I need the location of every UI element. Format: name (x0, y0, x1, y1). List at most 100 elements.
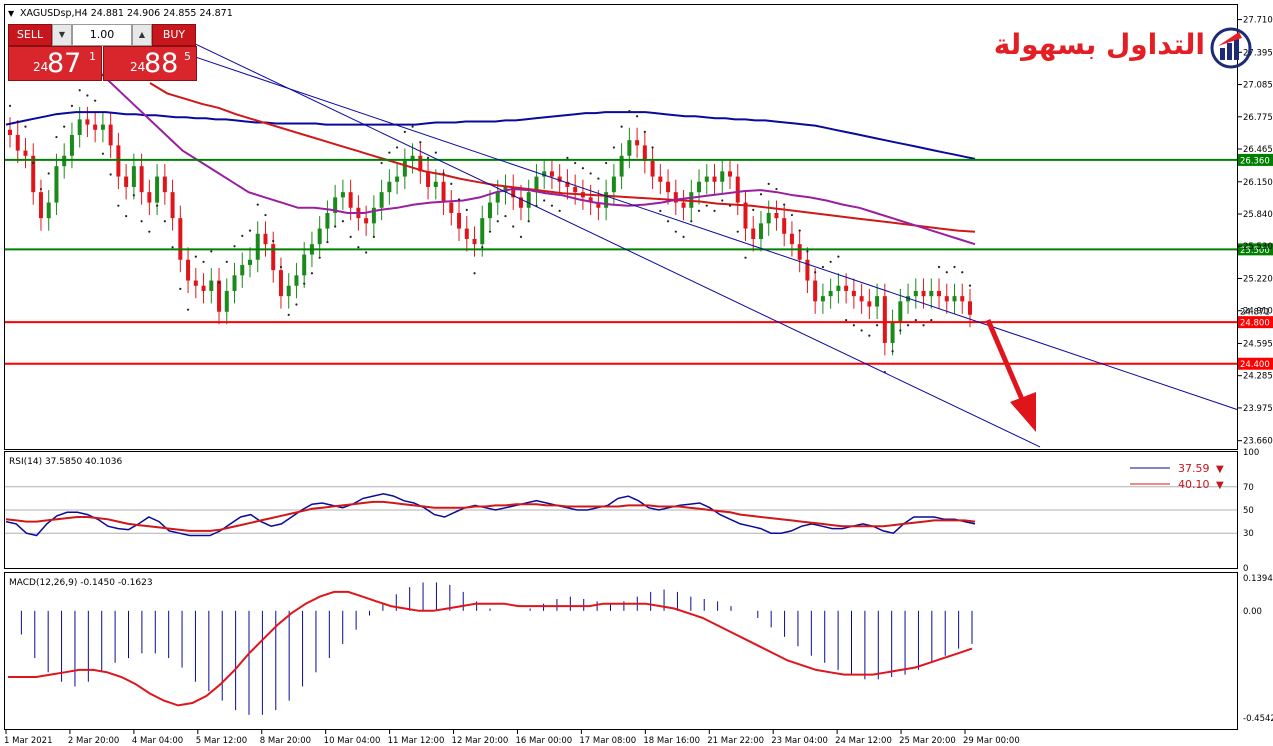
time-tick-label: 16 Mar 00:00 (515, 736, 572, 746)
sar-dot (256, 203, 259, 206)
candle-body (813, 280, 818, 302)
sar-dot (334, 225, 337, 228)
sar-dot (620, 125, 623, 128)
time-tick-label: 29 Mar 00:00 (963, 736, 1020, 746)
lot-decrease-arrow-icon[interactable]: ▼ (52, 24, 72, 46)
buy-price-box[interactable]: 24 88 5 (103, 46, 197, 81)
candle-body (758, 223, 763, 239)
candle-body (480, 218, 485, 245)
time-tick-label: 8 Mar 20:00 (260, 736, 311, 746)
sar-dot (295, 303, 298, 306)
candle-body (402, 160, 407, 177)
candle-body (178, 218, 183, 260)
candle-body (495, 192, 500, 203)
sar-dot (341, 220, 345, 223)
candle-body (549, 171, 554, 177)
sar-dot (906, 324, 910, 327)
time-tick-label: 12 Mar 20:00 (452, 736, 509, 746)
candle-body (255, 233, 260, 260)
candle-body (658, 176, 663, 182)
rsi-legend-value-1: 37.59 (1178, 462, 1210, 475)
candle-body (441, 181, 446, 203)
price-tick-label: 26.775 (1243, 113, 1273, 123)
price-tick-label: 23.975 (1243, 404, 1273, 414)
candle-body (890, 322, 895, 343)
sar-dot (403, 130, 406, 133)
candle-body (859, 296, 864, 302)
lot-size-input[interactable]: 1.00 (72, 24, 132, 46)
sar-dot (39, 187, 43, 191)
candle-body (139, 166, 144, 193)
sar-dot (550, 204, 554, 207)
sar-dot (643, 130, 646, 133)
sar-dot (426, 156, 430, 159)
candle-body (611, 176, 616, 193)
sar-dot (388, 151, 391, 154)
candle-body (449, 202, 454, 213)
time-tick-label: 25 Mar 20:00 (899, 736, 956, 746)
sar-dot (605, 161, 608, 165)
sar-dot (434, 151, 437, 154)
sar-dot (419, 141, 422, 144)
candle-body (782, 218, 787, 234)
rsi-tick-label: 100 (1243, 448, 1259, 458)
sar-dot (690, 220, 693, 223)
time-tick-label: 2 Mar 20:00 (68, 736, 119, 746)
sar-dot (597, 177, 600, 180)
candle-body (898, 301, 903, 323)
sar-dot (372, 235, 375, 238)
sar-dot (465, 208, 468, 211)
candle-body (395, 176, 400, 182)
candle-body (720, 171, 725, 182)
lot-increase-arrow-icon[interactable]: ▲ (132, 24, 152, 46)
candle-body (15, 134, 20, 151)
candle-body (240, 264, 245, 276)
sar-dot (357, 246, 360, 249)
sar-dot (94, 99, 97, 102)
candle-body (472, 238, 477, 245)
candle-body (62, 155, 67, 167)
candle-body (573, 186, 578, 193)
time-tick-label: 21 Mar 22:00 (707, 736, 764, 746)
buy-button[interactable]: BUY (152, 24, 196, 46)
sar-dot (922, 324, 925, 327)
candle-body (340, 192, 345, 198)
candle-body (642, 145, 647, 161)
candle-body (69, 134, 74, 156)
candle-body (635, 140, 640, 146)
sar-dot (442, 172, 445, 175)
rsi-tick-label: 50 (1243, 506, 1254, 516)
sar-dot (566, 156, 569, 159)
candle-body (147, 192, 152, 203)
sar-dot (8, 104, 12, 107)
sar-dot (148, 230, 151, 233)
sar-dot (837, 255, 840, 258)
sell-price-prefix: 24 (33, 60, 49, 74)
sar-dot (163, 220, 166, 223)
candle-body (23, 150, 28, 156)
buy-price-main: 88 (144, 48, 179, 79)
buy-price-pip: 5 (184, 50, 191, 63)
candle-body (457, 212, 462, 229)
sar-dot (914, 318, 917, 322)
sar-dot (78, 89, 81, 92)
macd-tick-label: 0.1394 (1243, 574, 1273, 584)
sar-dot (481, 246, 484, 249)
sar-dot (310, 272, 314, 275)
sar-dot (241, 234, 244, 237)
sar-dot (713, 209, 716, 212)
sell-price-box[interactable]: 24 87 1 (8, 46, 102, 81)
candle-body (697, 181, 702, 193)
sar-dot (574, 161, 577, 165)
sar-dot (186, 308, 190, 311)
trading-chart[interactable]: 26.36025.50024.87124.80024.400 27.71027.… (0, 0, 1273, 746)
price-label-text: 24.400 (1240, 360, 1270, 370)
candle-body (913, 290, 918, 297)
sell-button[interactable]: SELL (8, 24, 52, 46)
sar-dot (953, 265, 956, 269)
sar-dot (326, 240, 329, 244)
candle-body (348, 192, 353, 208)
price-tick-label: 25.530 (1243, 242, 1273, 252)
candle-body (828, 290, 833, 297)
sar-dot (450, 182, 453, 185)
